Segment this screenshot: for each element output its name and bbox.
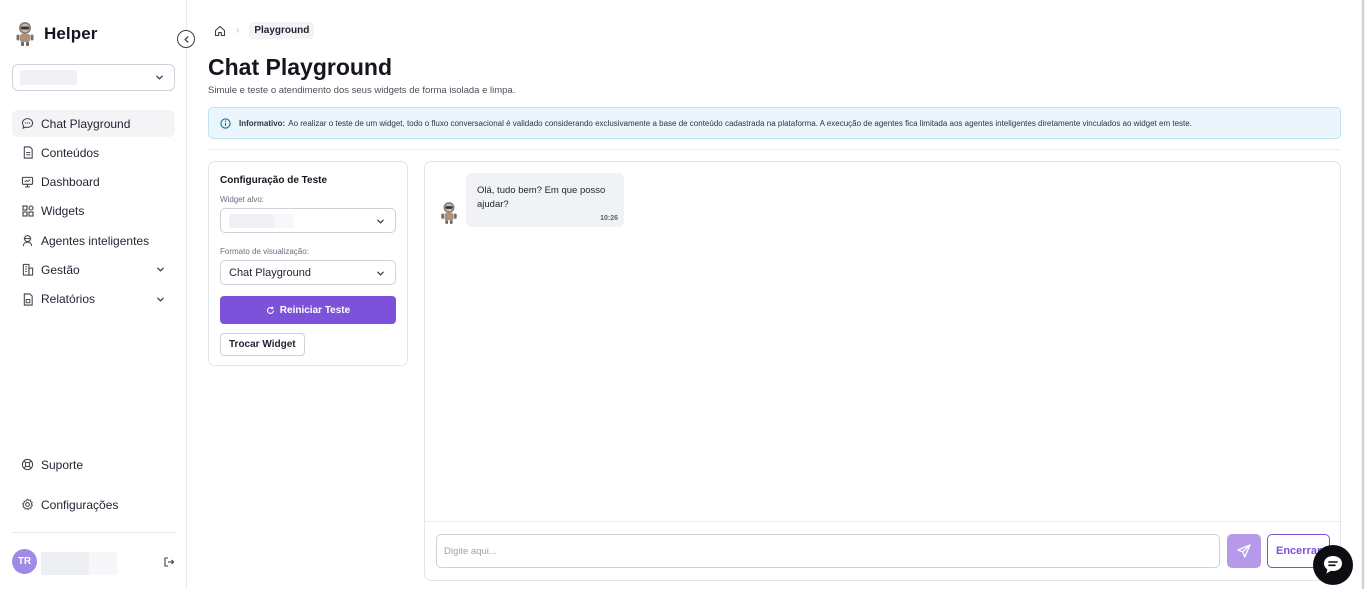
- chevron-down-icon: [157, 268, 164, 273]
- chevron-down-icon: [377, 271, 384, 276]
- widgets-icon: [21, 205, 34, 218]
- config-card: Configuração de Teste Widget alvo: Forma…: [208, 161, 408, 366]
- brand-name: Helper: [44, 24, 98, 43]
- sidebar-item-label: Widgets: [41, 204, 85, 219]
- send-button[interactable]: [1227, 534, 1261, 568]
- report-icon: [21, 293, 34, 306]
- sidebar-item-dashboard[interactable]: Dashboard: [12, 169, 175, 196]
- workspace-select[interactable]: [12, 64, 175, 91]
- chat-footer-divider: [425, 521, 1340, 522]
- section-divider: [208, 149, 1341, 150]
- sidebar-divider: [12, 532, 175, 533]
- sidebar-item-label: Dashboard: [41, 175, 100, 190]
- sidebar-item-label: Configurações: [41, 497, 119, 512]
- brand[interactable]: Helper: [14, 21, 98, 47]
- user-name-redacted: [41, 552, 89, 575]
- format-select[interactable]: Chat Playground: [220, 260, 396, 285]
- sidebar-item-label: Relatórios: [41, 292, 96, 307]
- sidebar-item-conteudos[interactable]: Conteúdos: [12, 139, 175, 166]
- info-text: Ao realizar o teste de um widget, todo o…: [288, 118, 1192, 128]
- restart-test-button[interactable]: Reiniciar Teste: [220, 296, 396, 324]
- user-profile[interactable]: TR: [12, 548, 175, 576]
- format-select-value: Chat Playground: [229, 266, 311, 279]
- chat-message-bot: Olá, tudo bem? Em que posso ajudar? 10:2…: [466, 173, 624, 227]
- sidebar-item-suporte[interactable]: Suporte: [12, 451, 175, 478]
- gear-icon: [21, 498, 34, 511]
- workspace-name-redacted: [20, 70, 77, 85]
- main-content: › Playground Chat Playground Simule e te…: [187, 0, 1365, 589]
- chevron-down-icon: [377, 219, 384, 224]
- chat-message-text: Olá, tudo bem? Em que posso ajudar?: [477, 185, 606, 210]
- breadcrumb: › Playground: [214, 22, 315, 39]
- sidebar-collapse-button[interactable]: [177, 30, 195, 48]
- breadcrumb-current: Playground: [249, 22, 315, 39]
- chat-panel: Olá, tudo bem? Em que posso ajudar? 10:2…: [424, 161, 1341, 581]
- sidebar-item-relatorios[interactable]: Relatórios: [12, 286, 175, 313]
- sidebar-item-agentes[interactable]: Agentes inteligentes: [12, 227, 175, 254]
- user-name-redacted-ext: [89, 552, 117, 575]
- logout-icon[interactable]: [163, 556, 175, 568]
- sidebar-item-gestao[interactable]: Gestão: [12, 256, 175, 283]
- sidebar-bottom-nav: Suporte Configurações: [12, 451, 175, 531]
- chevron-down-icon: [156, 75, 163, 80]
- robot-logo-icon: [16, 22, 34, 46]
- scrollbar-thumb[interactable]: [1362, 0, 1364, 589]
- chevron-left-icon: [183, 35, 188, 43]
- refresh-icon: [266, 306, 274, 314]
- widget-label: Widget alvo:: [220, 195, 265, 204]
- restart-test-label: Reiniciar Teste: [279, 304, 351, 316]
- avatar[interactable]: TR: [12, 549, 37, 574]
- sidebar-item-configuracoes[interactable]: Configurações: [12, 491, 175, 518]
- chat-message-input[interactable]: [436, 534, 1220, 568]
- page-title: Chat Playground: [208, 54, 393, 80]
- send-icon: [1237, 544, 1251, 558]
- sidebar: Helper Chat Playground Conteúdos Dashboa…: [0, 0, 187, 589]
- monitor-icon: [21, 176, 34, 189]
- format-label: Formato de visualização:: [220, 247, 309, 256]
- help-chat-fab[interactable]: [1313, 545, 1353, 585]
- config-title: Configuração de Teste: [220, 175, 328, 186]
- document-icon: [21, 146, 34, 159]
- home-icon[interactable]: [214, 25, 226, 37]
- info-label: Informativo:: [239, 118, 286, 128]
- chat-message-time: 10:26: [600, 215, 618, 222]
- chat-bubble-icon: [1324, 556, 1342, 574]
- sidebar-item-label: Suporte: [41, 457, 84, 472]
- page-scrollbar[interactable]: [1361, 0, 1365, 589]
- support-icon: [21, 458, 34, 471]
- sidebar-item-widgets[interactable]: Widgets: [12, 198, 175, 225]
- sidebar-item-label: Chat Playground: [41, 116, 131, 131]
- widget-select[interactable]: [220, 208, 396, 233]
- sidebar-item-label: Agentes inteligentes: [41, 233, 150, 248]
- info-banner: Informativo: Ao realizar o teste de um w…: [208, 107, 1341, 139]
- building-icon: [21, 263, 34, 277]
- sidebar-nav: Chat Playground Conteúdos Dashboard Widg…: [12, 110, 175, 315]
- sidebar-item-chat-playground[interactable]: Chat Playground: [12, 110, 175, 137]
- page-subtitle: Simule e teste o atendimento dos seus wi…: [208, 85, 516, 96]
- agent-icon: [21, 234, 34, 247]
- bot-avatar-icon: [441, 202, 457, 224]
- sidebar-item-label: Gestão: [41, 262, 80, 277]
- widget-name-redacted-ext: [274, 213, 294, 228]
- switch-widget-button[interactable]: Trocar Widget: [220, 333, 305, 356]
- widget-name-redacted: [229, 213, 274, 228]
- chevron-right-icon: ›: [236, 25, 240, 36]
- chat-icon: [21, 117, 34, 130]
- sidebar-item-label: Conteúdos: [41, 145, 100, 160]
- info-icon: [220, 117, 231, 129]
- chevron-down-icon: [157, 297, 164, 302]
